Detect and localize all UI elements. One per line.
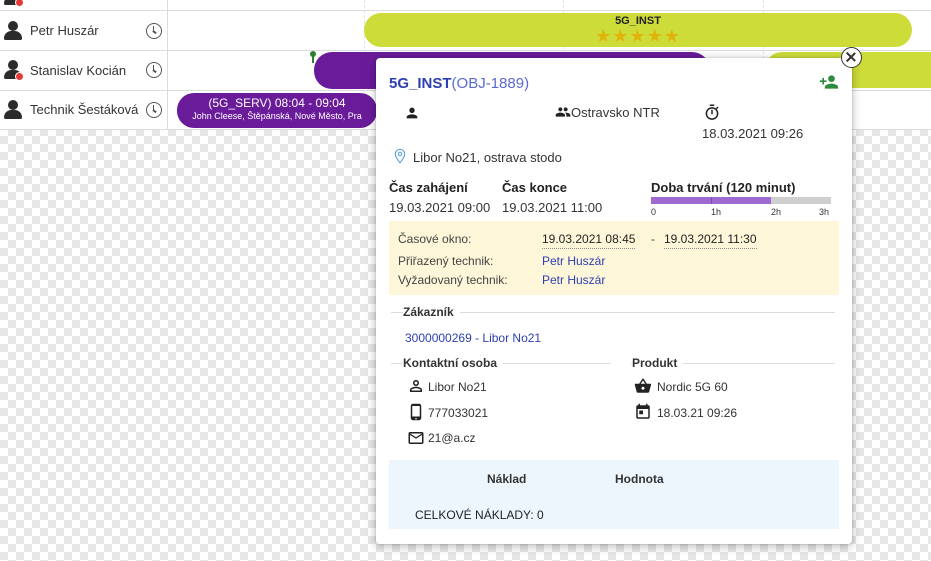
group-icon xyxy=(555,107,571,117)
duration-label: Doba trvání (120 minut) xyxy=(651,180,796,195)
pin-icon xyxy=(310,51,316,57)
required-tech-label: Vyžadovaný technik: xyxy=(398,273,508,287)
person-outline-icon xyxy=(410,380,422,392)
resource-header: Stanislav Kocián xyxy=(0,51,168,90)
order-detail-popup: 5G_INST(OBJ-1889) Ostravsko NTR 18.03.20… xyxy=(376,58,852,544)
duration-tick xyxy=(711,197,712,204)
end-label: Čas konce xyxy=(502,180,568,195)
email-icon xyxy=(408,432,424,444)
calendar-icon xyxy=(636,403,650,419)
cost-column-header: Náklad xyxy=(487,472,527,486)
start-label: Čas zahájení xyxy=(389,180,468,195)
duration-scale-2h: 2h xyxy=(771,207,782,217)
customer-link[interactable]: 3000000269 - Libor No21 xyxy=(405,331,541,345)
location-address: Libor No21, ostrava stodo xyxy=(413,150,562,165)
contact-email[interactable]: 21@a.cz xyxy=(428,431,476,445)
duration-scale-1h: 1h xyxy=(711,207,722,217)
assigned-tech-label: Přiřazený technik: xyxy=(398,254,494,268)
smartphone-icon xyxy=(410,403,422,421)
required-tech-link[interactable]: Petr Huszár xyxy=(542,273,605,287)
event-subtitle: John Cleese, Štěpánská, Nové Město, Pra xyxy=(192,111,362,121)
duration-scale-3h: 3h xyxy=(819,207,830,217)
customer-section-title: Zákazník xyxy=(403,305,460,319)
close-icon[interactable] xyxy=(841,47,862,68)
duration-scale-0: 0 xyxy=(651,207,657,217)
contact-phone[interactable]: 777033021 xyxy=(428,406,488,420)
created-timestamp: 18.03.2021 09:26 xyxy=(702,126,804,141)
product-date: 18.03.21 09:26 xyxy=(657,406,738,420)
technician-name: Technik Šestáková xyxy=(30,102,139,117)
alert-dot xyxy=(15,72,24,81)
order-code: 5G_INST xyxy=(389,75,452,92)
basket-icon xyxy=(634,378,652,393)
avatar xyxy=(3,21,23,43)
time-window-from[interactable]: 19.03.2021 08:45 xyxy=(542,232,636,249)
time-window-box: Časové okno: 19.03.2021 08:45 - 19.03.20… xyxy=(389,221,839,295)
costs-table: Náklad Hodnota CELKOVÉ NÁKLADY: 0 xyxy=(389,460,839,529)
technician-name: Stanislav Kocián xyxy=(30,63,127,78)
resource-header: Technik Šestáková xyxy=(0,91,168,129)
time-window-separator: - xyxy=(651,232,655,246)
clock-icon[interactable] xyxy=(146,62,162,78)
contact-name: Libor No21 xyxy=(428,380,487,394)
technician-name: Petr Huszár xyxy=(30,23,99,38)
person-icon xyxy=(406,107,418,119)
time-window-to[interactable]: 19.03.2021 11:30 xyxy=(664,232,757,249)
group-name: Ostravsko NTR xyxy=(571,105,660,120)
contact-section-title: Kontaktní osoba xyxy=(403,356,504,370)
timer-icon xyxy=(705,104,719,120)
rating-stars: ★★★★★ xyxy=(595,26,681,46)
cost-total: CELKOVÉ NÁKLADY: 0 xyxy=(415,508,544,522)
start-value: 19.03.2021 09:00 xyxy=(389,200,491,215)
event-5g-serv[interactable]: (5G_SERV) 08:04 - 09:04 John Cleese, Ště… xyxy=(177,93,377,128)
resource-row xyxy=(0,0,931,11)
product-name: Nordic 5G 60 xyxy=(657,380,728,394)
avatar xyxy=(3,100,23,122)
order-title[interactable]: 5G_INST(OBJ-1889) xyxy=(389,75,529,92)
clock-icon[interactable] xyxy=(146,23,162,39)
end-value: 19.03.2021 11:00 xyxy=(502,200,603,215)
duration-bar xyxy=(651,197,831,204)
resource-header xyxy=(0,0,168,10)
product-section-title: Produkt xyxy=(632,356,684,370)
person-add-icon[interactable] xyxy=(818,72,840,92)
event-title: (5G_SERV) 08:04 - 09:04 xyxy=(208,96,346,110)
event-5g-inst[interactable]: 5G_INST ★★★★★ xyxy=(364,13,912,47)
time-window-label: Časové okno: xyxy=(398,232,472,246)
value-column-header: Hodnota xyxy=(615,472,664,486)
avatar xyxy=(3,60,24,82)
resource-header: Petr Huszár xyxy=(0,11,168,50)
assigned-tech-link[interactable]: Petr Huszár xyxy=(542,254,605,268)
clock-icon[interactable] xyxy=(146,102,162,118)
order-object: (OBJ-1889) xyxy=(451,75,530,92)
avatar xyxy=(3,0,24,8)
location-pin-icon xyxy=(394,148,406,164)
